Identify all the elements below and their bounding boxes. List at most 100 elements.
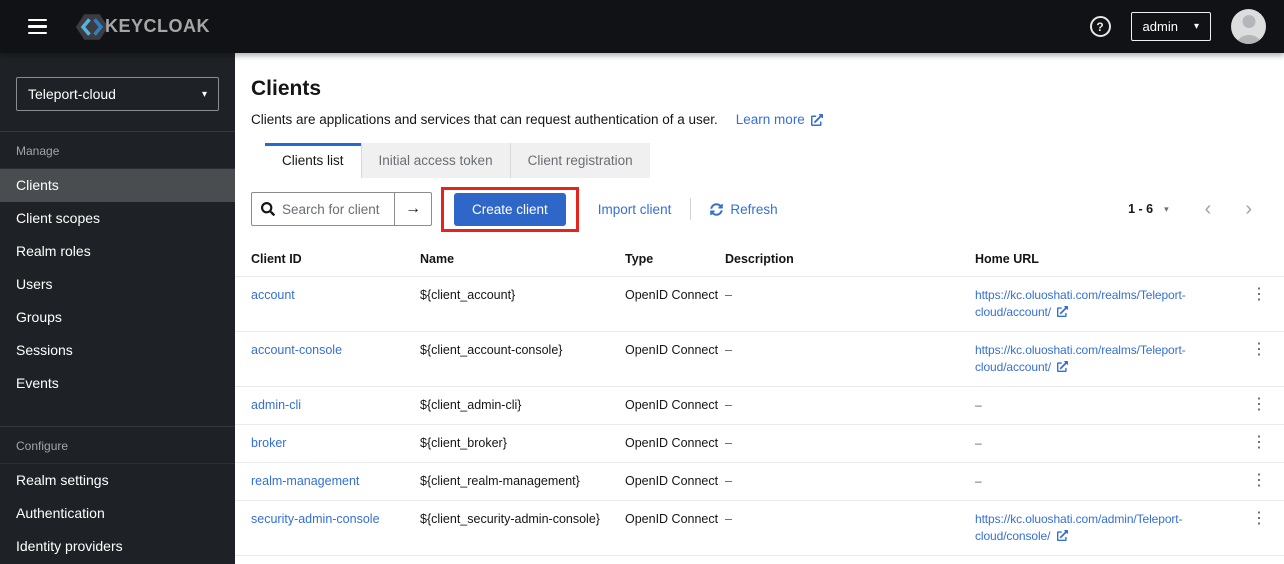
- client-id-link[interactable]: account-console: [251, 343, 342, 357]
- nav-section-label: Configure: [0, 427, 235, 464]
- client-id-link[interactable]: admin-cli: [251, 398, 301, 412]
- chevron-down-icon: ▾: [201, 88, 207, 100]
- sidebar-item-groups[interactable]: Groups: [0, 301, 235, 334]
- kebab-menu-icon[interactable]: ⋮: [1245, 397, 1273, 413]
- description-cell: –: [725, 462, 975, 501]
- kebab-menu-icon[interactable]: ⋮: [1245, 342, 1273, 358]
- sidebar-item-realm-roles[interactable]: Realm roles: [0, 235, 235, 268]
- description-value: –: [725, 288, 732, 302]
- kebab-menu-icon[interactable]: ⋮: [1245, 473, 1273, 489]
- table-row: security-admin-console ${client_security-…: [235, 500, 1284, 556]
- tab-client-registration[interactable]: Client registration: [509, 143, 650, 178]
- nav-toggle-hamburger-icon[interactable]: [22, 13, 53, 41]
- type-cell: OpenID Connect: [625, 462, 725, 501]
- type-cell: OpenID Connect: [625, 331, 725, 387]
- tab-clients-list[interactable]: Clients list: [265, 143, 361, 178]
- client-id-cell: realm-management: [235, 462, 420, 501]
- sidebar-item-users[interactable]: Users: [0, 268, 235, 301]
- chevron-down-icon: ▾: [1193, 21, 1199, 32]
- chevron-down-icon: ▾: [1164, 203, 1169, 214]
- topbar-actions: ? admin ▾: [1089, 9, 1266, 44]
- home-url-link[interactable]: https://kc.oluoshati.com/admin/Teleport-…: [975, 512, 1183, 543]
- description-cell: –: [725, 276, 975, 332]
- create-client-button[interactable]: Create client: [454, 192, 566, 226]
- client-id-link[interactable]: account: [251, 288, 295, 302]
- search-input[interactable]: [252, 193, 394, 225]
- column-header-client-id: Client ID: [251, 252, 302, 266]
- refresh-link[interactable]: Refresh: [710, 202, 778, 217]
- client-id-link[interactable]: security-admin-console: [251, 512, 380, 526]
- pagination-range-dropdown[interactable]: 1 - 6 ▾: [1122, 201, 1175, 217]
- name-cell: ${client_account}: [420, 276, 625, 332]
- clients-table-body: account ${client_account} OpenID Connect – h…: [235, 276, 1284, 556]
- topbar: KEYCLOAK ? admin ▾: [0, 0, 1284, 53]
- page-title: Clients: [251, 77, 322, 100]
- brand-name: KEYCLOAK: [105, 16, 211, 36]
- description-value: –: [725, 343, 732, 357]
- user-menu-label: admin: [1142, 19, 1178, 34]
- user-menu-dropdown[interactable]: admin ▾: [1130, 12, 1211, 41]
- home-url-cell: –: [975, 462, 1245, 501]
- client-id-cell: broker: [235, 424, 420, 463]
- clients-table: Client ID Name Type Description Home URL acc…: [235, 242, 1284, 556]
- chevron-right-icon[interactable]: ›: [1241, 199, 1256, 219]
- sidebar-item-authentication[interactable]: Authentication: [0, 497, 235, 530]
- actions-cell: ⋮: [1245, 500, 1284, 556]
- table-header-row: Client ID Name Type Description Home URL: [235, 242, 1284, 277]
- search-submit-arrow-icon[interactable]: →: [394, 193, 431, 225]
- home-url-value: –: [975, 474, 982, 488]
- client-id-cell: account-console: [235, 331, 420, 387]
- home-url-value: –: [975, 436, 982, 450]
- home-url-link[interactable]: https://kc.oluoshati.com/realms/Teleport…: [975, 343, 1186, 374]
- kebab-menu-icon[interactable]: ⋮: [1245, 435, 1273, 451]
- name-cell: ${client_security-admin-console}: [420, 500, 625, 556]
- sidebar-item-identity-providers[interactable]: Identity providers: [0, 530, 235, 563]
- client-id-cell: admin-cli: [235, 386, 420, 425]
- column-header-description: Description: [725, 252, 794, 266]
- sidebar-nav: Manage Clients Client scopes Realm roles Use…: [0, 131, 235, 563]
- page-description: Clients are applications and services th…: [251, 112, 718, 127]
- tab-initial-access-token[interactable]: Initial access token: [360, 143, 510, 178]
- table-row: admin-cli ${client_admin-cli} OpenID Conne…: [235, 386, 1284, 425]
- sidebar-item-events[interactable]: Events: [0, 367, 235, 400]
- import-client-link[interactable]: Import client: [598, 202, 672, 217]
- sidebar-item-client-scopes[interactable]: Client scopes: [0, 202, 235, 235]
- client-id-cell: security-admin-console: [235, 500, 420, 556]
- learn-more-link[interactable]: Learn more: [736, 112, 823, 127]
- table-row: broker ${client_broker} OpenID Connect – – ⋮: [235, 424, 1284, 463]
- name-cell: ${client_broker}: [420, 424, 625, 463]
- sidebar-item-realm-settings[interactable]: Realm settings: [0, 464, 235, 497]
- actions-cell: ⋮: [1245, 276, 1284, 332]
- realm-selector-dropdown[interactable]: Teleport-cloud ▾: [16, 77, 219, 111]
- client-id-cell: account: [235, 276, 420, 332]
- type-cell: OpenID Connect: [625, 276, 725, 332]
- kebab-menu-icon[interactable]: ⋮: [1245, 511, 1273, 527]
- type-cell: OpenID Connect: [625, 500, 725, 556]
- search-group: →: [251, 192, 432, 226]
- pagination-top: 1 - 6 ▾ ‹ ›: [1122, 199, 1256, 219]
- sidebar: Teleport-cloud ▾ Manage Clients Client sco…: [0, 53, 235, 564]
- external-link-icon: [810, 113, 823, 126]
- name-cell: ${client_realm-management}: [420, 462, 625, 501]
- column-header-actions: [1245, 242, 1284, 277]
- actions-cell: ⋮: [1245, 331, 1284, 387]
- kebab-menu-icon[interactable]: ⋮: [1245, 287, 1273, 303]
- sidebar-item-sessions[interactable]: Sessions: [0, 334, 235, 367]
- toolbar-divider: [690, 198, 692, 220]
- home-url-link[interactable]: https://kc.oluoshati.com/realms/Teleport…: [975, 288, 1186, 319]
- description-cell: –: [725, 500, 975, 556]
- description-value: –: [725, 436, 732, 450]
- nav-section-configure: Configure Realm settings Authentication Ide…: [0, 426, 235, 563]
- keycloak-admin-console: KEYCLOAK ? admin ▾ Teleport-cloud ▾ Mana…: [0, 0, 1284, 564]
- chevron-left-icon[interactable]: ‹: [1201, 199, 1216, 219]
- home-url-cell: https://kc.oluoshati.com/realms/Teleport…: [975, 276, 1245, 332]
- client-id-link[interactable]: broker: [251, 436, 286, 450]
- type-cell: OpenID Connect: [625, 424, 725, 463]
- sidebar-item-clients[interactable]: Clients: [0, 169, 235, 202]
- toolbar: → Create client Import client Refresh 1 …: [235, 178, 1284, 236]
- description-value: –: [725, 398, 732, 412]
- home-url-cell: –: [975, 424, 1245, 463]
- client-id-link[interactable]: realm-management: [251, 474, 359, 488]
- help-icon[interactable]: ?: [1089, 16, 1111, 37]
- avatar[interactable]: [1231, 9, 1266, 44]
